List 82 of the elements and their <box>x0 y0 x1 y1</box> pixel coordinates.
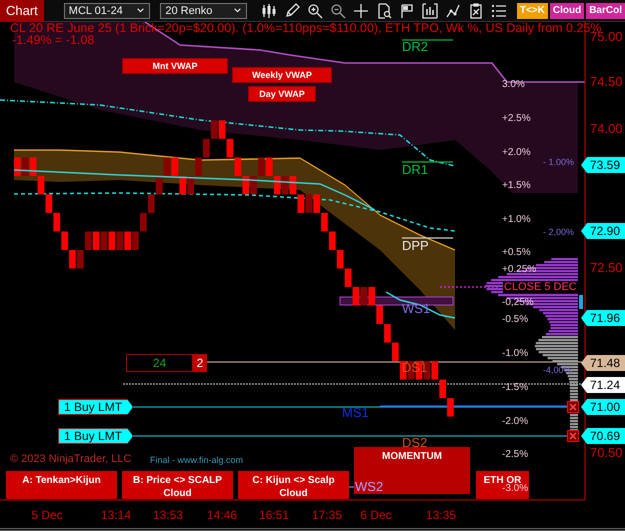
toggle-button[interactable]: Cloud <box>550 2 584 18</box>
price-tag: 70.69 <box>581 428 625 444</box>
pivot-line <box>402 237 453 239</box>
line-nodes-icon[interactable] <box>444 2 461 18</box>
percent-label: -0,25% <box>502 296 534 310</box>
time-label: 6 Dec <box>360 508 392 522</box>
time-label: 17:35 <box>312 508 342 522</box>
percent-label: +2.0% <box>502 146 531 160</box>
caret-icon <box>136 6 146 15</box>
close-label: CLOSE 5 DEC <box>503 281 578 293</box>
signal-label: B: Price <> SCALP Cloud <box>122 471 233 499</box>
percent-label: -1.5% <box>502 381 528 395</box>
caret-icon <box>232 6 242 15</box>
pivot-label: DS2 <box>402 436 428 450</box>
pivot-label: DPP <box>402 239 429 253</box>
deviation-label: - 1.00% <box>543 156 574 169</box>
pivot-label: DR1 <box>402 163 428 177</box>
percent-label: -2.0% <box>502 415 528 429</box>
chart-info-text: -1.49% = -1.08 <box>12 33 94 47</box>
price-tag: 73.59 <box>581 157 625 173</box>
time-label: 5 Dec <box>31 508 63 522</box>
percent-label: -2.5% <box>502 448 528 462</box>
percent-label: +1.5% <box>502 179 531 193</box>
candlestick-icon[interactable] <box>260 2 277 18</box>
position-value: 24 <box>126 354 193 372</box>
price-tag: 72.90 <box>581 223 625 239</box>
bar-type-dropdown[interactable]: 20 Renko <box>160 2 247 18</box>
vwap-label: Mnt VWAP <box>122 58 228 74</box>
flag-icon[interactable] <box>398 2 415 18</box>
signal-label: C: Kijun <> Scalp Cloud <box>238 471 349 499</box>
price-tick: 72.50 <box>590 261 623 275</box>
percent-label: +0.5% <box>502 246 531 260</box>
price-tick: 74.50 <box>590 75 623 89</box>
vwap-label: Day VWAP <box>248 86 316 102</box>
time-label: 16:51 <box>258 508 290 522</box>
price-tag: 71.24 <box>581 377 625 393</box>
percent-label: 3.0% <box>502 78 525 92</box>
zoom-out-icon[interactable] <box>330 2 346 18</box>
price-tag: 71.48 <box>581 355 625 371</box>
pencil-icon[interactable] <box>284 2 300 18</box>
credit-text: Final - www.fin-alg.com <box>150 454 244 467</box>
order-tag[interactable]: 1 Buy LMT <box>58 399 134 415</box>
order-tag[interactable]: 1 Buy LMT <box>58 428 134 444</box>
zoom-in-icon[interactable] <box>306 2 323 18</box>
time-label: 14:46 <box>206 508 238 522</box>
pivot-label: DS1 <box>402 361 428 375</box>
percent-label: +0.25% <box>502 263 536 277</box>
vwap-label: Weekly VWAP <box>232 67 332 83</box>
toggle-button[interactable]: BarCol <box>586 2 625 18</box>
signal-label: A: Tenkan>Kijun <box>6 471 117 499</box>
close-icon[interactable] <box>567 401 579 413</box>
crosshair-icon[interactable] <box>352 2 369 18</box>
pivot-line <box>402 161 453 163</box>
deviation-label: -4,00% <box>543 364 572 377</box>
time-label: 13:14 <box>100 508 132 522</box>
close-icon[interactable] <box>567 430 579 442</box>
percent-label: -3.0% <box>502 483 528 496</box>
percent-label: +1.0% <box>502 213 531 227</box>
time-label: 13:35 <box>426 508 456 522</box>
percent-label: -0.5% <box>502 313 528 327</box>
bar-chart-icon[interactable] <box>422 2 438 18</box>
document-search-icon[interactable] <box>376 2 392 18</box>
price-tag: 71.00 <box>581 399 625 415</box>
percent-label: -1.0% <box>502 347 528 361</box>
price-tick: 74.00 <box>590 122 623 136</box>
percent-label: +2.5% <box>502 112 531 126</box>
list-icon[interactable] <box>490 2 507 18</box>
price-tag: 71.96 <box>581 310 625 326</box>
pivot-label: WS2 <box>355 480 384 494</box>
time-label: 13:53 <box>152 508 184 522</box>
chart-tab[interactable]: Chart <box>0 0 44 22</box>
price-tick: 70.50 <box>590 446 623 460</box>
pivot-label: DR2 <box>402 40 428 54</box>
instrument-dropdown[interactable]: MCL 01-24 <box>64 2 150 18</box>
pivot-label: MS1 <box>342 406 369 420</box>
close-line <box>440 286 500 288</box>
pivot-line <box>402 39 453 41</box>
position-quantity: 2 <box>193 354 207 372</box>
copyright-text: © 2023 NinjaTrader, LLC <box>10 452 132 466</box>
clipboard-icon[interactable] <box>468 2 484 18</box>
pivot-label: WS1 <box>402 302 430 316</box>
deviation-label: - 2,00% <box>543 226 574 239</box>
